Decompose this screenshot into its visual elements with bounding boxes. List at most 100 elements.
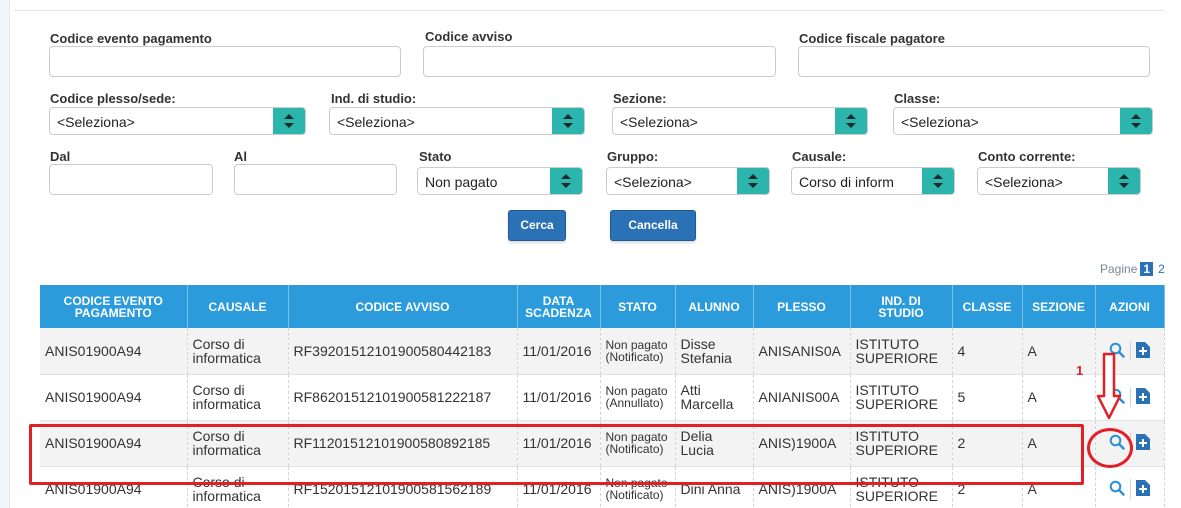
sezione-select[interactable]: <Seleziona> bbox=[612, 107, 868, 135]
updown-arrow-icon bbox=[737, 168, 769, 194]
cell-avviso: RF15201512101900581562189 bbox=[288, 466, 518, 508]
table-row: ANIS01900A94 Corso di informatica RF39201… bbox=[40, 328, 1165, 375]
plesso-select[interactable]: <Seleziona> bbox=[49, 107, 306, 135]
updown-arrow-icon bbox=[835, 108, 867, 134]
conto-corrente-value: <Seleziona> bbox=[985, 174, 1063, 190]
col-azioni: AZIONI bbox=[1095, 285, 1165, 328]
down-arrow-icon bbox=[1096, 352, 1122, 423]
col-causale[interactable]: CAUSALE bbox=[187, 285, 289, 328]
plesso-label: Codice plesso/sede: bbox=[50, 91, 176, 106]
classe-value: <Seleziona> bbox=[901, 114, 979, 130]
add-document-icon[interactable] bbox=[1136, 341, 1150, 360]
cell-sezione: A bbox=[1022, 420, 1096, 467]
col-codice-avviso[interactable]: CODICE AVVISO bbox=[288, 285, 518, 328]
cell-stato: Non pagato (Notificato) bbox=[600, 466, 676, 508]
cell-stato: Non pagato (Notificato) bbox=[600, 420, 676, 467]
gruppo-value: <Seleziona> bbox=[614, 174, 692, 190]
search-icon[interactable] bbox=[1109, 434, 1125, 452]
codice-fiscale-input[interactable] bbox=[798, 46, 1150, 77]
cell-classe: 4 bbox=[952, 328, 1023, 375]
cell-plesso: ANIANIS00A bbox=[753, 374, 851, 421]
cell-plesso: ANISANIS0A bbox=[753, 328, 851, 375]
col-data-scadenza[interactable]: DATA SCADENZA bbox=[517, 285, 601, 328]
cell-azioni bbox=[1095, 466, 1165, 508]
cell-codice: ANIS01900A94 bbox=[40, 466, 188, 508]
cell-causale: Corso di informatica bbox=[187, 374, 289, 421]
cell-alunno: Delia Lucia bbox=[675, 420, 754, 467]
cell-causale: Corso di informatica bbox=[187, 466, 289, 508]
col-classe[interactable]: CLASSE bbox=[952, 285, 1023, 328]
table-row: ANIS01900A94 Corso di informatica RF86201… bbox=[40, 374, 1165, 421]
add-document-icon[interactable] bbox=[1136, 388, 1150, 406]
ind-studio-label: Ind. di studio: bbox=[331, 91, 417, 106]
updown-arrow-icon bbox=[273, 108, 305, 134]
cell-stato: Non pagato (Notificato) bbox=[600, 328, 676, 375]
cell-data: 11/01/2016 bbox=[517, 420, 601, 467]
cell-azioni bbox=[1095, 420, 1165, 467]
cell-codice: ANIS01900A94 bbox=[40, 420, 188, 467]
classe-select[interactable]: <Seleziona> bbox=[893, 107, 1153, 135]
table-header-row: CODICE EVENTO PAGAMENTO CAUSALE CODICE AV… bbox=[40, 285, 1165, 328]
dal-label: Dal bbox=[50, 149, 71, 164]
sezione-label: Sezione: bbox=[613, 91, 667, 106]
conto-corrente-label: Conto corrente: bbox=[978, 149, 1076, 164]
cancella-button[interactable]: Cancella bbox=[610, 210, 696, 241]
action-separator bbox=[1130, 340, 1131, 361]
cell-causale: Corso di informatica bbox=[187, 420, 289, 467]
add-document-icon[interactable] bbox=[1136, 480, 1150, 498]
action-separator bbox=[1130, 387, 1131, 407]
dal-date-input[interactable] bbox=[49, 164, 213, 195]
classe-label: Classe: bbox=[894, 91, 941, 106]
cell-ind-studio: ISTITUTO SUPERIORE bbox=[850, 328, 953, 375]
add-document-icon[interactable] bbox=[1136, 434, 1150, 452]
table-row: ANIS01900A94 Corso di informatica RF15201… bbox=[40, 466, 1165, 508]
updown-arrow-icon bbox=[552, 108, 584, 134]
updown-arrow-icon bbox=[1120, 108, 1152, 134]
cell-classe: 5 bbox=[952, 374, 1023, 421]
updown-arrow-icon bbox=[1108, 168, 1140, 194]
causale-value: Corso di inform bbox=[799, 174, 894, 190]
payments-table: CODICE EVENTO PAGAMENTO CAUSALE CODICE AV… bbox=[40, 285, 1165, 508]
updown-arrow-icon bbox=[550, 168, 582, 194]
action-separator bbox=[1130, 479, 1131, 499]
gruppo-select[interactable]: <Seleziona> bbox=[606, 167, 770, 195]
cell-ind-studio: ISTITUTO SUPERIORE bbox=[850, 466, 953, 508]
conto-corrente-select[interactable]: <Seleziona> bbox=[977, 167, 1141, 195]
page-current[interactable]: 1 bbox=[1140, 262, 1154, 276]
cell-codice: ANIS01900A94 bbox=[40, 328, 188, 375]
al-date-input[interactable] bbox=[234, 164, 397, 195]
cell-alunno: Disse Stefania bbox=[675, 328, 754, 375]
al-label: Al bbox=[234, 149, 247, 164]
cell-sezione: A bbox=[1022, 374, 1096, 421]
cell-classe: 2 bbox=[952, 420, 1023, 467]
col-plesso[interactable]: PLESSO bbox=[753, 285, 851, 328]
cell-data: 11/01/2016 bbox=[517, 466, 601, 508]
causale-select[interactable]: Corso di inform bbox=[791, 167, 955, 195]
search-icon[interactable] bbox=[1109, 480, 1125, 498]
page-next[interactable]: 2 bbox=[1158, 262, 1165, 276]
cerca-button[interactable]: Cerca bbox=[508, 210, 566, 241]
sidebar-edge bbox=[0, 0, 10, 508]
codice-evento-input[interactable] bbox=[49, 46, 401, 77]
gruppo-label: Gruppo: bbox=[607, 149, 659, 164]
sezione-value: <Seleziona> bbox=[620, 114, 698, 130]
cell-sezione: A bbox=[1022, 466, 1096, 508]
stato-value: Non pagato bbox=[425, 174, 498, 190]
col-codice-evento[interactable]: CODICE EVENTO PAGAMENTO bbox=[40, 285, 188, 328]
col-ind-studio[interactable]: IND. DI STUDIO bbox=[850, 285, 953, 328]
pagination-label: Pagine bbox=[1100, 262, 1138, 276]
cell-avviso: RF86201512101900581222187 bbox=[288, 374, 518, 421]
plesso-value: <Seleziona> bbox=[57, 114, 135, 130]
stato-select[interactable]: Non pagato bbox=[417, 167, 583, 195]
col-alunno[interactable]: ALUNNO bbox=[675, 285, 754, 328]
ind-studio-select[interactable]: <Seleziona> bbox=[329, 107, 585, 135]
codice-evento-label: Codice evento pagamento bbox=[50, 31, 212, 46]
cell-alunno: Dini Anna bbox=[675, 466, 754, 508]
col-stato[interactable]: STATO bbox=[600, 285, 676, 328]
col-sezione[interactable]: SEZIONE bbox=[1022, 285, 1096, 328]
codice-avviso-input[interactable] bbox=[423, 46, 776, 77]
cell-ind-studio: ISTITUTO SUPERIORE bbox=[850, 420, 953, 467]
cell-alunno: Atti Marcella bbox=[675, 374, 754, 421]
ind-studio-value: <Seleziona> bbox=[337, 114, 415, 130]
causale-label: Causale: bbox=[792, 149, 847, 164]
